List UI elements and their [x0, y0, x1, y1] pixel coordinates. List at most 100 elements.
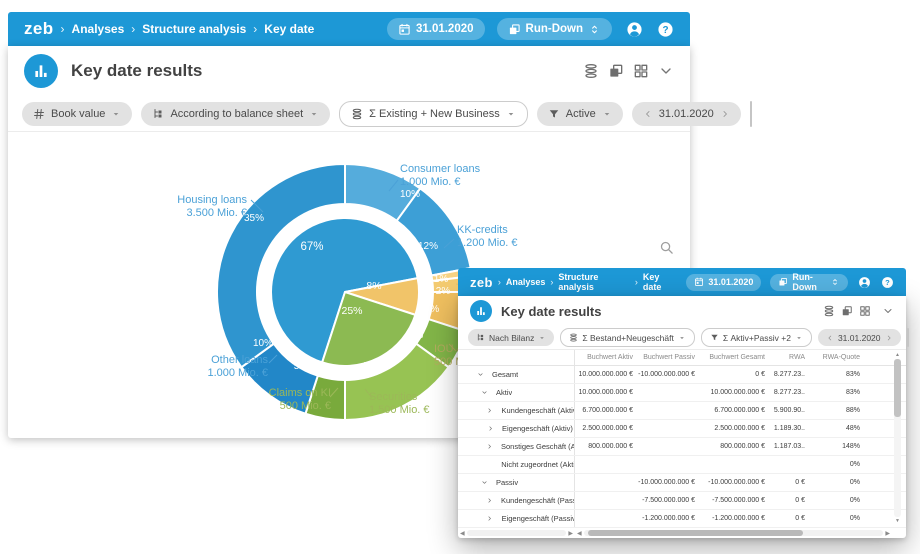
filter-chip-according-to-balance-sheet[interactable]: According to balance sheet	[141, 102, 330, 126]
date-filter-chip[interactable]: 31.01.2020	[632, 102, 741, 126]
date-picker-button[interactable]: 31.01.2020	[387, 18, 485, 40]
collapse-chevron-icon[interactable]	[882, 305, 894, 317]
tree-collapse-icon[interactable]	[480, 479, 488, 486]
cell-value: 10.000.000.000 €	[695, 389, 765, 396]
segment-percent-label: 35%	[244, 213, 264, 224]
cell-value: 0 €	[695, 371, 765, 378]
table-row[interactable]: Eigengeschäft (Aktiv)2.500.000.000 €2.50…	[458, 420, 906, 438]
bar-chart-icon	[475, 305, 487, 317]
database-icon[interactable]	[823, 305, 835, 317]
breadcrumb-item[interactable]: Analyses	[506, 277, 546, 287]
row-name: Aktiv	[496, 388, 512, 397]
vertical-scrollbar[interactable]: ▲ ▼	[894, 352, 901, 524]
cell-value: 0%	[805, 461, 860, 468]
date-picker-button[interactable]: 31.01.2020	[686, 274, 761, 291]
cell-value: -7.500.000.000 €	[695, 497, 765, 504]
bar-chart-icon	[32, 62, 50, 80]
table-row[interactable]: Sonstiges Geschäft (Aktiv)800.000.000 €8…	[458, 438, 906, 456]
tree-expand-icon[interactable]	[486, 443, 493, 450]
breadcrumb-item[interactable]: Structure analysis	[558, 272, 630, 292]
table-row[interactable]: Kundengeschäft (Aktiv)6.700.000.000 €6.7…	[458, 402, 906, 420]
name-column-scrollbar[interactable]: ◀ ▶	[458, 528, 575, 538]
page-title: Key date results	[501, 304, 601, 319]
chevron-right-icon[interactable]	[720, 109, 730, 119]
column-header[interactable]: Buchwert Gesamt	[695, 354, 765, 361]
date-filter-chip[interactable]: 31.01.2020	[818, 329, 901, 346]
chevron-left-icon[interactable]	[643, 109, 653, 119]
collapse-chevron-icon[interactable]	[658, 63, 674, 79]
grid-squares-icon[interactable]	[633, 63, 649, 79]
data-columns-scrollbar[interactable]: ◀ ▶	[575, 528, 892, 538]
caret-down-icon	[309, 109, 319, 119]
help-icon[interactable]: ?	[657, 21, 674, 38]
scroll-up-icon[interactable]: ▲	[895, 352, 900, 358]
column-header[interactable]: RWA	[765, 354, 805, 361]
scrollbar-thumb[interactable]	[894, 359, 901, 417]
page-title: Key date results	[71, 61, 202, 81]
grid-squares-icon[interactable]	[859, 305, 871, 317]
filter-chip-book-value[interactable]: Book value	[22, 102, 132, 126]
segment-percent-label: 12%	[418, 241, 438, 252]
segment-label: Housing loans3.500 Mio. €	[177, 194, 247, 219]
segment-label: Consumer loans1.000 Mio. €	[400, 163, 481, 188]
scenario-selector[interactable]: Run-Down	[497, 18, 612, 40]
cell-value: 1.187.03..	[765, 443, 805, 450]
chevron-left-icon[interactable]	[826, 334, 834, 342]
table-row[interactable]: Gesamt10.000.000.000 €-10.000.000.000 €0…	[458, 366, 906, 384]
tree-expand-icon[interactable]	[486, 515, 494, 522]
zoom-magnifier-icon[interactable]	[659, 240, 674, 255]
filter-chip-active[interactable]: Active	[537, 102, 623, 126]
breadcrumb-separator: ›	[61, 22, 65, 36]
breadcrumb-item[interactable]: Key date	[643, 272, 677, 292]
user-account-icon[interactable]	[626, 21, 643, 38]
caret-down-icon	[602, 109, 612, 119]
copy-layers-icon[interactable]	[608, 63, 624, 79]
scenario-selector[interactable]: Run-Down	[770, 274, 848, 291]
filter-chip-bestand-neugesch-ft[interactable]: Σ Bestand+Neugeschäft	[560, 328, 695, 347]
layers-icon	[778, 277, 788, 287]
main-app-bar: zeb ›Analyses›Structure analysis›Key dat…	[8, 12, 690, 46]
table-view-button[interactable]	[908, 329, 909, 346]
tree-expand-icon[interactable]	[486, 425, 494, 432]
chevron-right-icon[interactable]	[885, 334, 893, 342]
scroll-left-icon[interactable]: ◀	[575, 530, 584, 537]
tree-collapse-icon[interactable]	[476, 371, 484, 378]
table-view-button[interactable]	[751, 102, 752, 126]
table-row[interactable]: Aktiv10.000.000.000 €10.000.000.000 €8.2…	[458, 384, 906, 402]
scroll-down-icon[interactable]: ▼	[895, 518, 900, 524]
column-header[interactable]: Buchwert Passiv	[633, 354, 695, 361]
cell-value: -1.200.000.000 €	[633, 515, 695, 522]
scroll-right-icon[interactable]: ▶	[883, 530, 892, 537]
database-icon[interactable]	[583, 63, 599, 79]
table-row[interactable]: Passiv-10.000.000.000 €-10.000.000.000 €…	[458, 474, 906, 492]
sort-updown-icon	[830, 277, 840, 287]
segment-percent-label: 25%	[341, 305, 362, 317]
filter-chip-aktiv-passiv-2[interactable]: Σ Aktiv+Passiv +2	[701, 328, 812, 347]
horizontal-scrollbars: ◀ ▶ ◀ ▶	[458, 528, 906, 538]
table-row[interactable]: Nicht zugeordnet (Aktiv)0%	[458, 456, 906, 474]
tree-expand-icon[interactable]	[486, 497, 493, 504]
breadcrumb-separator: ›	[635, 277, 638, 287]
scroll-right-icon[interactable]: ▶	[566, 530, 575, 537]
cell-value: 83%	[805, 389, 860, 396]
help-icon[interactable]: ?	[881, 276, 894, 289]
table-row[interactable]: Kundengeschäft (Passiv)-7.500.000.000 €-…	[458, 492, 906, 510]
scrollbar-thumb[interactable]	[588, 530, 804, 536]
user-account-icon[interactable]	[858, 276, 871, 289]
breadcrumb-item[interactable]: Key date	[264, 22, 314, 36]
copy-layers-icon[interactable]	[841, 305, 853, 317]
scenario-value: Run-Down	[526, 23, 583, 35]
breadcrumb-item[interactable]: Analyses	[72, 22, 125, 36]
table-row[interactable]: Eigengeschäft (Passiv)-1.200.000.000 €-1…	[458, 510, 906, 528]
breadcrumb-item[interactable]: Structure analysis	[142, 22, 246, 36]
caret-down-icon	[538, 334, 546, 342]
filter-chip-existing-new-business[interactable]: Σ Existing + New Business	[339, 101, 528, 127]
tree-collapse-icon[interactable]	[480, 389, 488, 396]
column-header[interactable]: RWA-Quote	[805, 354, 860, 361]
cell-value: 2.500.000.000 €	[695, 425, 765, 432]
scroll-left-icon[interactable]: ◀	[458, 530, 467, 537]
tree-expand-icon[interactable]	[486, 407, 493, 414]
filter-chip-nach-bilanz[interactable]: Nach Bilanz	[468, 329, 554, 346]
cell-value: 800.000.000 €	[575, 443, 633, 450]
column-header[interactable]: Buchwert Aktiv	[575, 354, 633, 361]
